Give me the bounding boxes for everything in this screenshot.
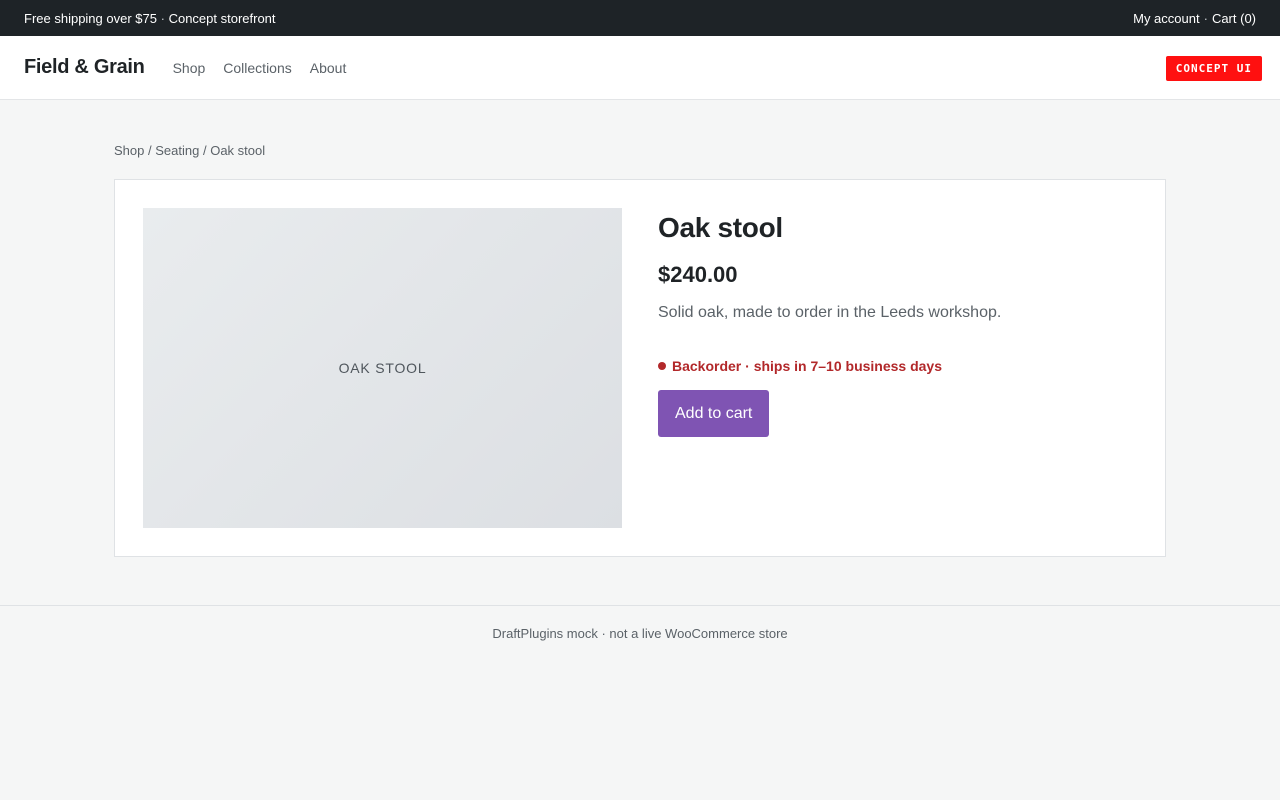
site-footer: DraftPlugins mock · not a live WooCommer… xyxy=(0,605,1280,641)
product-info: Oak stool $240.00 Solid oak, made to ord… xyxy=(658,212,1001,437)
nav-about[interactable]: About xyxy=(310,60,347,76)
product-image: OAK STOOL xyxy=(143,208,622,528)
promo-message: Free shipping over $75 xyxy=(24,10,157,26)
breadcrumb-seating[interactable]: Seating xyxy=(155,143,199,158)
my-account-link[interactable]: My account xyxy=(1133,11,1199,26)
main-nav: Shop Collections About xyxy=(173,60,347,76)
account-separator: · xyxy=(1203,10,1208,26)
concept-ui-badge: CONCEPT UI xyxy=(1165,56,1262,81)
site-header: Field & Grain Shop Collections About CON… xyxy=(0,36,1280,100)
promo-text: Free shipping over $75 · Concept storefr… xyxy=(24,11,276,26)
breadcrumb-shop[interactable]: Shop xyxy=(114,143,144,158)
cart-link[interactable]: Cart (0) xyxy=(1212,11,1256,26)
site-logo[interactable]: Field & Grain xyxy=(24,56,145,79)
stock-status-text: Backorder · ships in 7–10 business days xyxy=(672,358,943,374)
nav-collections[interactable]: Collections xyxy=(223,60,291,76)
product-price: $240.00 xyxy=(658,262,738,287)
breadcrumb-separator: / xyxy=(202,143,207,158)
footer-text: DraftPlugins mock · not a live WooCommer… xyxy=(492,626,788,641)
breadcrumb-separator: / xyxy=(148,143,152,158)
announcement-bar: Free shipping over $75 · Concept storefr… xyxy=(0,0,1280,36)
product-card: OAK STOOL Oak stool $240.00 Solid oak, m… xyxy=(114,179,1166,557)
breadcrumb-current: Oak stool xyxy=(210,143,266,158)
account-links: My account · Cart (0) xyxy=(1133,11,1256,26)
promo-separator: · xyxy=(160,10,165,26)
product-image-label: OAK STOOL xyxy=(338,360,427,376)
add-to-cart-button[interactable]: Add to cart xyxy=(658,390,770,437)
stock-dot-icon xyxy=(658,362,666,370)
breadcrumb: Shop / Seating / Oak stool xyxy=(114,143,265,158)
nav-shop[interactable]: Shop xyxy=(173,60,206,76)
promo-subtitle: Concept storefront xyxy=(168,10,276,26)
stock-status: Backorder · ships in 7–10 business days xyxy=(658,358,1001,374)
product-title: Oak stool xyxy=(658,212,783,243)
product-description: Solid oak, made to order in the Leeds wo… xyxy=(658,304,1002,321)
